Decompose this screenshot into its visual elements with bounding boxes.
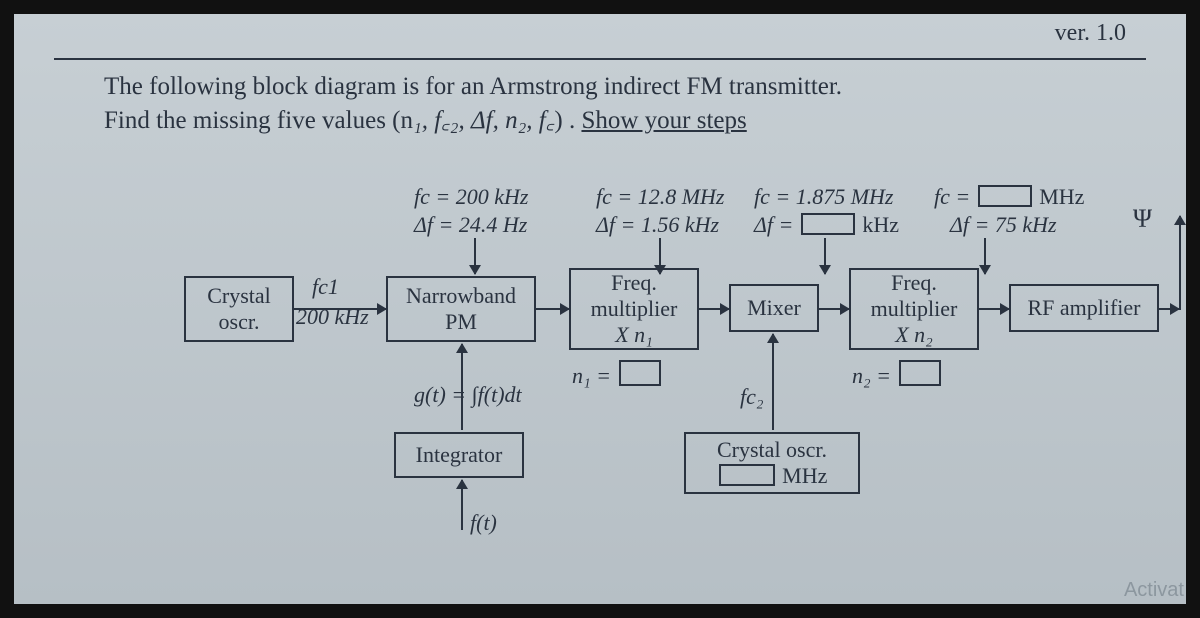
- arrow-mult1-mixer: [699, 308, 729, 310]
- freq-mult-1: Freq. multiplier X n₁: [569, 268, 699, 350]
- arrow-mult2-rf: [979, 308, 1009, 310]
- watermark: Activat: [1124, 579, 1184, 602]
- nbpm-a: Narrowband: [406, 283, 516, 309]
- n1-row: n₁ =: [572, 360, 663, 389]
- fc2-label: fc₂: [740, 384, 764, 410]
- mult2-b: multiplier: [871, 296, 958, 322]
- nbpm-b: PM: [445, 309, 477, 335]
- arrow-to-antenna: [1179, 216, 1181, 310]
- arrow-nbpm-mult1: [536, 308, 569, 310]
- stage4-fc-unit: MHz: [1039, 184, 1084, 209]
- mult1-c: X n₁: [615, 322, 653, 348]
- stage2-fc: fc = 12.8 MHz: [596, 184, 725, 210]
- blank-df3: [801, 213, 855, 235]
- blank-fc2: [719, 464, 775, 486]
- question-text: The following block diagram is for an Ar…: [104, 70, 1146, 138]
- arrow-xtal2-mixer: [772, 334, 774, 430]
- mult1-a: Freq.: [611, 270, 657, 296]
- fc1-label: fc1: [312, 274, 339, 300]
- stage4-df: Δf = 75 kHz: [950, 212, 1057, 238]
- arrow-rf-out: [1159, 308, 1179, 310]
- version-label: ver. 1.0: [1055, 20, 1126, 47]
- mixer: Mixer: [729, 284, 819, 332]
- mult2-a: Freq.: [891, 270, 937, 296]
- n2-row: n₂ =: [852, 360, 943, 389]
- n1-label: n₁ =: [572, 363, 611, 388]
- xtal1-b: oscr.: [219, 309, 260, 335]
- crystal-oscr-2: Crystal oscr. MHz: [684, 432, 860, 494]
- stage1-fc: fc = 200 kHz: [414, 184, 528, 210]
- stage3-df-pre: Δf =: [754, 212, 799, 237]
- blank-fc4: [978, 185, 1032, 207]
- sheet: ver. 1.0 The following block diagram is …: [14, 14, 1186, 604]
- g-expr: g(t) = ∫f(t)dt: [414, 382, 522, 408]
- stage3-df: Δf = kHz: [754, 212, 899, 238]
- q-line2b: ) .: [554, 107, 581, 134]
- rf-amplifier: RF amplifier: [1009, 284, 1159, 332]
- top-rule: [54, 58, 1146, 60]
- arrow-integ-nbpm: [461, 344, 463, 430]
- stage1-df: Δf = 24.4 Hz: [414, 212, 527, 238]
- freq-mult-2: Freq. multiplier X n₂: [849, 268, 979, 350]
- q-line1: The following block diagram is for an Ar…: [104, 73, 842, 100]
- page: ver. 1.0 The following block diagram is …: [0, 0, 1200, 618]
- q-line2a: Find the missing five values (n: [104, 107, 413, 134]
- mult2-c: X n₂: [895, 322, 933, 348]
- stage3-df-unit: kHz: [862, 212, 899, 237]
- stage3-fc: fc = 1.875 MHz: [754, 184, 894, 210]
- arrow-s3-down: [824, 238, 826, 274]
- xtal2-a: Crystal oscr.: [717, 437, 827, 463]
- arrow-xtal-nbpm: [294, 308, 386, 310]
- arrow-s1-down: [474, 238, 476, 274]
- mixer-text: Mixer: [747, 295, 801, 321]
- antenna-icon: Ψ: [1133, 204, 1152, 234]
- mult1-b: multiplier: [591, 296, 678, 322]
- stage4-fc-pre: fc =: [934, 184, 976, 209]
- block-diagram: fc = 200 kHz Δf = 24.4 Hz fc = 12.8 MHz …: [104, 184, 1174, 604]
- rfamp-text: RF amplifier: [1027, 295, 1140, 321]
- crystal-oscr-1: Crystal oscr.: [184, 276, 294, 342]
- xtal2-unit: MHz: [782, 463, 827, 488]
- xtal1-a: Crystal: [207, 283, 271, 309]
- q-vars: ₁, f꜀₂, Δf, n₂, f꜀: [413, 107, 554, 134]
- integrator: Integrator: [394, 432, 524, 478]
- arrow-s4-down: [984, 238, 986, 274]
- arrow-mixer-mult2: [819, 308, 849, 310]
- xtal2-row: MHz: [717, 463, 828, 489]
- integ-text: Integrator: [416, 442, 503, 468]
- q-show: Show your steps: [581, 107, 746, 134]
- blank-n2: [899, 360, 941, 386]
- ft-label: f(t): [470, 510, 497, 536]
- stage2-df: Δf = 1.56 kHz: [596, 212, 719, 238]
- stage4-fc: fc = MHz: [934, 184, 1084, 210]
- n2-label: n₂ =: [852, 363, 891, 388]
- narrowband-pm: Narrowband PM: [386, 276, 536, 342]
- blank-n1: [619, 360, 661, 386]
